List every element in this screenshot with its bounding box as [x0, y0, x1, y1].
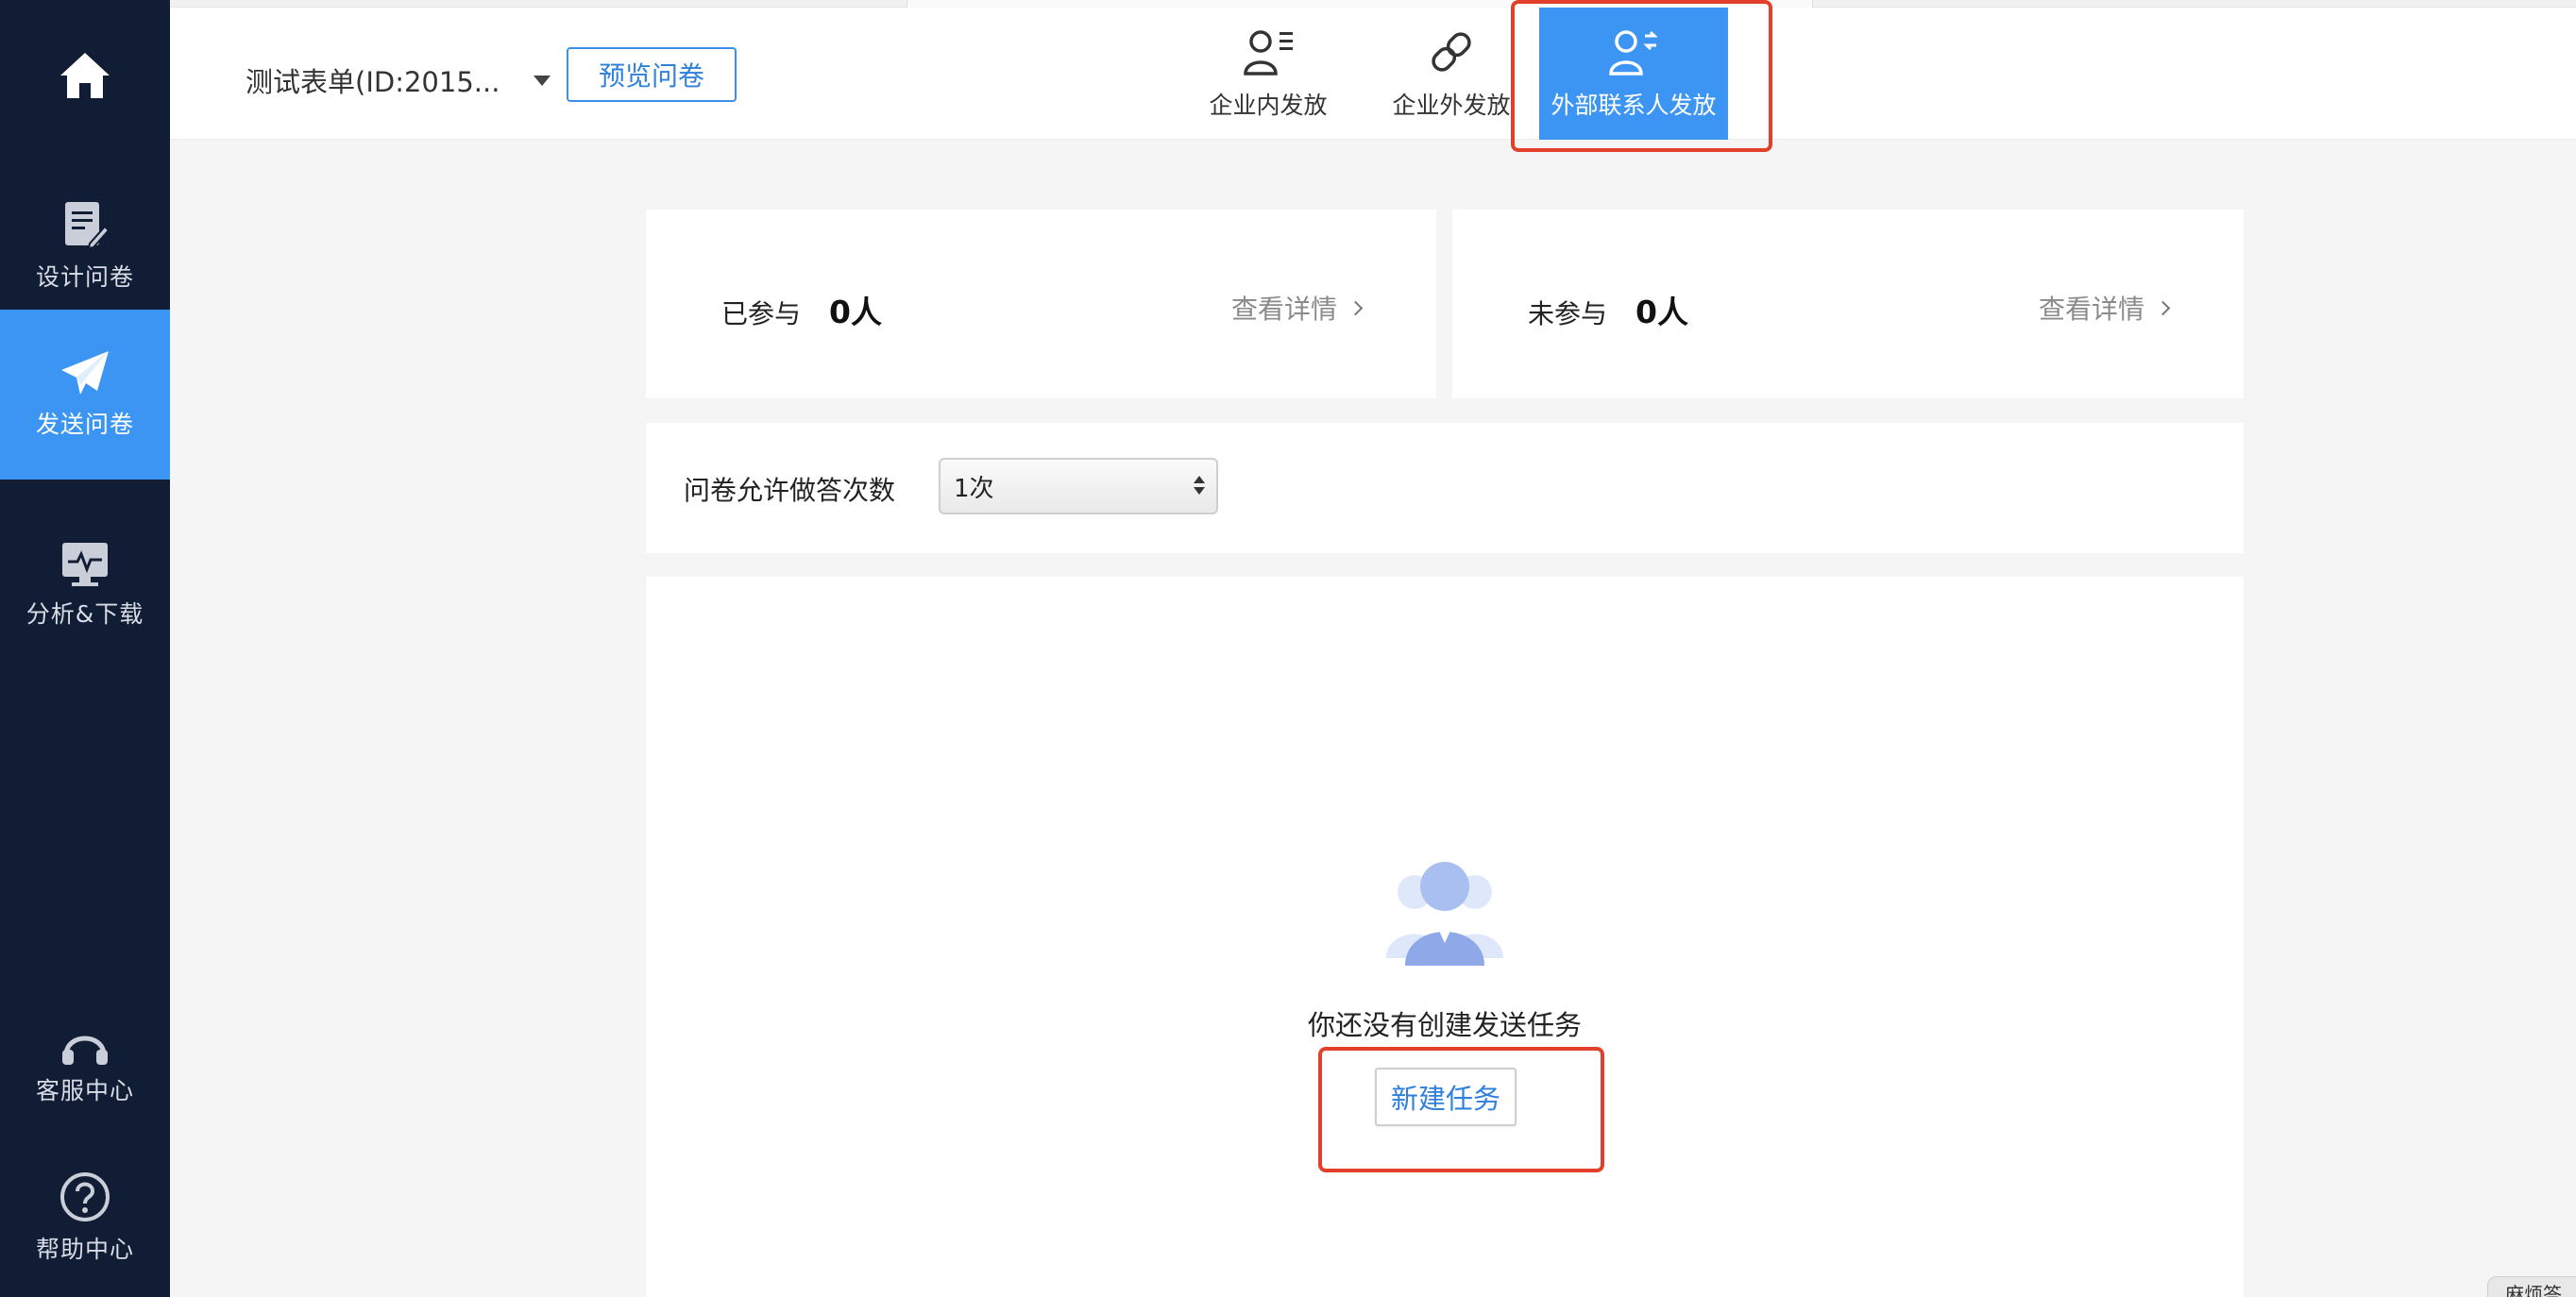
- empty-users-illustration-icon: [1386, 862, 1503, 966]
- highlight-box-button: [1318, 1047, 1604, 1172]
- sidebar-item-label: 设计问卷: [35, 263, 134, 291]
- joined-card: 已参与 0人 查看详情: [646, 210, 1436, 398]
- design-survey-icon: [65, 202, 109, 250]
- sidebar-item-label: 帮助中心: [35, 1236, 134, 1263]
- not-joined-view-details-link[interactable]: 查看详情: [2038, 289, 2171, 327]
- sidebar-item-label: 分析&下载: [25, 600, 144, 628]
- tab-internal-distribution[interactable]: 企业内发放: [1178, 8, 1358, 140]
- sidebar-home[interactable]: [0, 38, 170, 113]
- joined-count: 0人: [829, 294, 882, 330]
- sidebar-item-design[interactable]: 设计问卷: [0, 189, 170, 302]
- attempts-label: 问卷允许做答次数: [684, 475, 896, 506]
- empty-state-text: 你还没有创建发送任务: [1307, 1009, 1582, 1041]
- attempts-selected-value: 1次: [954, 474, 994, 503]
- not-joined-count: 0人: [1635, 294, 1688, 330]
- question-circle-icon: [60, 1172, 110, 1221]
- form-name: 测试表单(ID:2015...: [246, 66, 500, 98]
- chevron-down-icon: [534, 75, 551, 86]
- sidebar-item-label: 发送问卷: [35, 411, 134, 438]
- joined-view-details-link[interactable]: 查看详情: [1230, 289, 1364, 327]
- chevron-right-icon: [1347, 300, 1364, 315]
- sidebar-item-label: 客服中心: [35, 1077, 134, 1104]
- not-joined-card: 未参与 0人 查看详情: [1452, 210, 2244, 398]
- link-icon: [1432, 32, 1471, 72]
- view-details-label: 查看详情: [1230, 294, 1337, 325]
- form-selector[interactable]: 测试表单(ID:2015...: [246, 60, 551, 100]
- preview-survey-button[interactable]: 预览问卷: [567, 47, 737, 102]
- sidebar: 设计问卷 发送问卷 分析&下载 客服中心 帮助中心: [0, 0, 170, 1297]
- not-joined-label: 未参与: [1528, 298, 1608, 329]
- attempts-select[interactable]: 1次: [939, 458, 1218, 514]
- corner-chip[interactable]: 麻烦答: [2487, 1276, 2576, 1297]
- joined-label: 已参与: [721, 298, 802, 329]
- send-paper-plane-icon: [61, 351, 109, 395]
- tab-label: 企业内发放: [1209, 92, 1328, 119]
- tab-label: 企业外发放: [1392, 92, 1511, 119]
- sidebar-item-service[interactable]: 客服中心: [0, 1019, 170, 1114]
- home-icon: [60, 53, 110, 98]
- joined-stat: 已参与 0人: [721, 287, 882, 332]
- top-header: 测试表单(ID:2015... 预览问卷 企业内发放 企业外发放 外部联系人发放: [170, 8, 2576, 140]
- sidebar-item-help[interactable]: 帮助中心: [0, 1161, 170, 1274]
- tasks-panel: 你还没有创建发送任务 新建任务: [646, 577, 2244, 1297]
- sidebar-item-send[interactable]: 发送问卷: [0, 310, 170, 480]
- not-joined-stat: 未参与 0人: [1528, 287, 1688, 332]
- select-arrows-icon: [1194, 476, 1205, 495]
- window-top-strip: [170, 0, 2576, 8]
- attempts-card: 问卷允许做答次数 1次: [646, 423, 2244, 553]
- analysis-monitor-icon: [62, 543, 108, 586]
- internal-user-list-icon: [1244, 30, 1293, 76]
- view-details-label: 查看详情: [2038, 294, 2144, 325]
- headset-icon: [62, 1036, 108, 1065]
- sidebar-item-analyze[interactable]: 分析&下载: [0, 529, 170, 642]
- chevron-right-icon: [2155, 300, 2171, 315]
- highlight-box-tab: [1511, 0, 1772, 152]
